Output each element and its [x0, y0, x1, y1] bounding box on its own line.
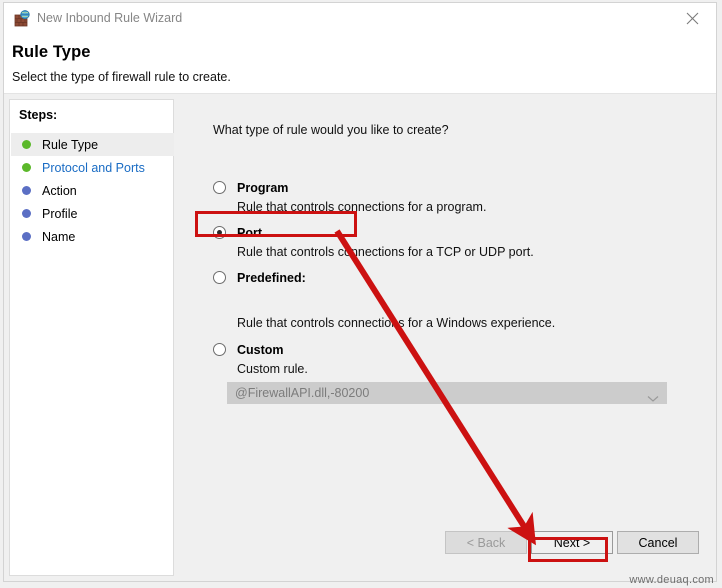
rule-type-question: What type of rule would you like to crea… [213, 123, 449, 137]
radio-program[interactable] [213, 181, 226, 194]
wizard-body: Steps: Rule Type Protocol and Ports Acti… [4, 94, 716, 581]
step-bullet-icon [22, 163, 31, 172]
step-bullet-icon [22, 140, 31, 149]
option-program[interactable]: Program Rule that controls connections f… [213, 178, 683, 214]
wizard-window: New Inbound Rule Wizard Rule Type Select… [0, 0, 722, 588]
radio-custom[interactable] [213, 343, 226, 356]
page-subtitle: Select the type of firewall rule to crea… [12, 70, 231, 84]
sidebar-item-name[interactable]: Name [11, 225, 174, 248]
back-button[interactable]: < Back [445, 531, 527, 554]
chevron-down-icon [647, 390, 659, 408]
steps-heading: Steps: [19, 108, 58, 122]
steps-sidebar: Steps: Rule Type Protocol and Ports Acti… [9, 99, 174, 576]
window-frame: New Inbound Rule Wizard Rule Type Select… [3, 2, 717, 582]
option-label: Port [237, 225, 262, 240]
option-description: Custom rule. [237, 362, 308, 376]
sidebar-item-protocol-and-ports[interactable]: Protocol and Ports [11, 156, 174, 179]
sidebar-item-label: Action [42, 183, 77, 198]
sidebar-item-label: Name [42, 229, 76, 244]
sidebar-item-profile[interactable]: Profile [11, 202, 174, 225]
option-predefined-description-wrap: Rule that controls connections for a Win… [213, 316, 683, 330]
option-label: Custom [237, 342, 284, 357]
step-bullet-icon [22, 209, 31, 218]
cancel-button[interactable]: Cancel [617, 531, 699, 554]
option-custom[interactable]: Custom Custom rule. [213, 340, 683, 376]
predefined-dropdown-value: @FirewallAPI.dll,-80200 [235, 386, 370, 400]
next-button[interactable]: Next > [531, 531, 613, 554]
page-title: Rule Type [12, 43, 91, 61]
footer-buttons: < Back Next > Cancel [4, 521, 716, 581]
step-bullet-icon [22, 186, 31, 195]
step-bullet-icon [22, 232, 31, 241]
content-pane: What type of rule would you like to crea… [180, 99, 711, 576]
radio-predefined[interactable] [213, 271, 226, 284]
radio-port[interactable] [213, 226, 226, 239]
window-title: New Inbound Rule Wizard [37, 11, 183, 25]
option-predefined[interactable]: Predefined: [213, 268, 683, 287]
option-label: Predefined: [237, 270, 306, 285]
page-header: Rule Type Select the type of firewall ru… [4, 33, 716, 94]
watermark: www.deuaq.com [629, 574, 714, 586]
close-icon[interactable] [670, 3, 716, 32]
sidebar-item-action[interactable]: Action [11, 179, 174, 202]
option-description: Rule that controls connections for a Win… [237, 316, 556, 330]
sidebar-item-label: Protocol and Ports [42, 160, 145, 175]
option-description: Rule that controls connections for a pro… [237, 200, 487, 214]
firewall-globe-icon [14, 10, 31, 27]
sidebar-item-label: Profile [42, 206, 78, 221]
sidebar-item-rule-type[interactable]: Rule Type [11, 133, 174, 156]
predefined-dropdown[interactable]: @FirewallAPI.dll,-80200 [227, 382, 667, 404]
sidebar-item-label: Rule Type [42, 137, 99, 152]
option-description: Rule that controls connections for a TCP… [237, 245, 534, 259]
option-label: Program [237, 180, 289, 195]
option-port[interactable]: Port Rule that controls connections for … [213, 223, 683, 259]
title-bar: New Inbound Rule Wizard [4, 3, 716, 33]
